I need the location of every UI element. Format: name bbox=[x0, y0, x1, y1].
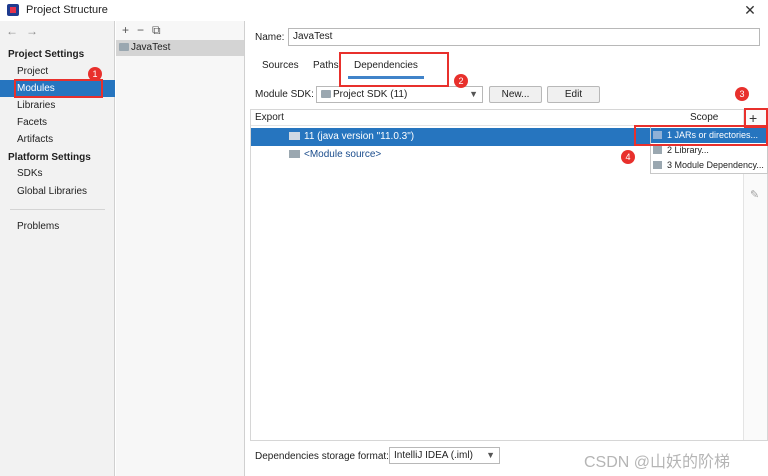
window-title: Project Structure bbox=[26, 4, 108, 16]
sidebar-item-global-libraries[interactable]: Global Libraries bbox=[0, 183, 115, 200]
watermark: CSDN @山妖的阶梯 bbox=[584, 454, 731, 471]
annotation-badge-1: 1 bbox=[88, 67, 102, 81]
sidebar-item-libraries[interactable]: Libraries bbox=[0, 97, 115, 114]
menu-item-module-dependency[interactable]: 3 Module Dependency... bbox=[651, 158, 768, 173]
sidebar-item-facets[interactable]: Facets bbox=[0, 114, 115, 131]
copy-module-icon[interactable]: ⧉ bbox=[152, 23, 161, 37]
name-label: Name: bbox=[255, 32, 285, 43]
menu-item-label: 2 Library... bbox=[667, 145, 709, 155]
storage-format-value: IntelliJ IDEA (.iml) bbox=[394, 450, 473, 461]
annotation-box-dependencies bbox=[339, 52, 449, 87]
sidebar-item-artifacts[interactable]: Artifacts bbox=[0, 131, 115, 148]
nav-arrows: ← → bbox=[6, 24, 46, 38]
sidebar-item-problems[interactable]: Problems bbox=[0, 218, 115, 235]
forward-arrow-icon[interactable]: → bbox=[26, 24, 38, 38]
module-toolbar: + − ⧉ bbox=[122, 23, 169, 38]
tab-paths[interactable]: Paths bbox=[313, 57, 339, 79]
module-folder-icon bbox=[119, 43, 129, 51]
annotation-badge-3: 3 bbox=[735, 87, 749, 101]
sidebar-item-sdks[interactable]: SDKs bbox=[0, 165, 115, 182]
close-button[interactable]: ✕ bbox=[742, 2, 758, 18]
library-icon bbox=[653, 146, 662, 154]
row-label: 11 (java version "11.0.3") bbox=[304, 131, 415, 142]
source-folder-icon bbox=[289, 150, 300, 158]
chevron-down-icon: ▼ bbox=[469, 89, 478, 99]
module-name: JavaTest bbox=[131, 42, 171, 53]
tab-sources[interactable]: Sources bbox=[262, 57, 299, 79]
sidebar-divider bbox=[10, 209, 105, 210]
remove-module-icon[interactable]: − bbox=[137, 23, 144, 37]
table-header: Export Scope bbox=[251, 110, 741, 126]
storage-format-label: Dependencies storage format: bbox=[255, 451, 389, 462]
title-bar: Project Structure ✕ bbox=[0, 0, 768, 21]
annotation-box-modules bbox=[14, 79, 103, 98]
chevron-down-icon: ▼ bbox=[486, 450, 495, 460]
sdk-folder-icon bbox=[321, 90, 331, 98]
module-name-field[interactable]: JavaTest bbox=[288, 28, 760, 46]
new-sdk-button[interactable]: New... bbox=[489, 86, 542, 103]
module-editor: Name: JavaTest Sources Paths Dependencie… bbox=[246, 21, 768, 476]
module-list-panel: + − ⧉ JavaTest bbox=[116, 21, 245, 476]
scope-column-header: Scope bbox=[690, 112, 719, 123]
sdk-value: Project SDK (11) bbox=[333, 89, 408, 100]
module-sdk-label: Module SDK: bbox=[255, 89, 314, 100]
add-module-icon[interactable]: + bbox=[122, 23, 129, 37]
export-column-header: Export bbox=[255, 112, 284, 123]
annotation-box-jars bbox=[634, 125, 768, 146]
row-label: <Module source> bbox=[304, 149, 382, 160]
module-item-javatest[interactable]: JavaTest bbox=[116, 40, 244, 56]
intellij-app-icon bbox=[7, 4, 19, 16]
project-settings-header: Project Settings bbox=[8, 49, 85, 60]
edit-pencil-icon[interactable]: ✎ bbox=[750, 188, 759, 201]
back-arrow-icon[interactable]: ← bbox=[6, 24, 18, 38]
edit-sdk-button[interactable]: Edit bbox=[547, 86, 600, 103]
module-icon bbox=[653, 161, 662, 169]
annotation-badge-2: 2 bbox=[454, 74, 468, 88]
menu-item-label: 3 Module Dependency... bbox=[667, 160, 764, 170]
platform-settings-header: Platform Settings bbox=[8, 152, 91, 163]
module-sdk-select[interactable]: Project SDK (11) ▼ bbox=[316, 86, 483, 103]
annotation-badge-4: 4 bbox=[621, 150, 635, 164]
storage-format-select[interactable]: IntelliJ IDEA (.iml) ▼ bbox=[389, 447, 500, 464]
sdk-folder-icon bbox=[289, 132, 300, 140]
